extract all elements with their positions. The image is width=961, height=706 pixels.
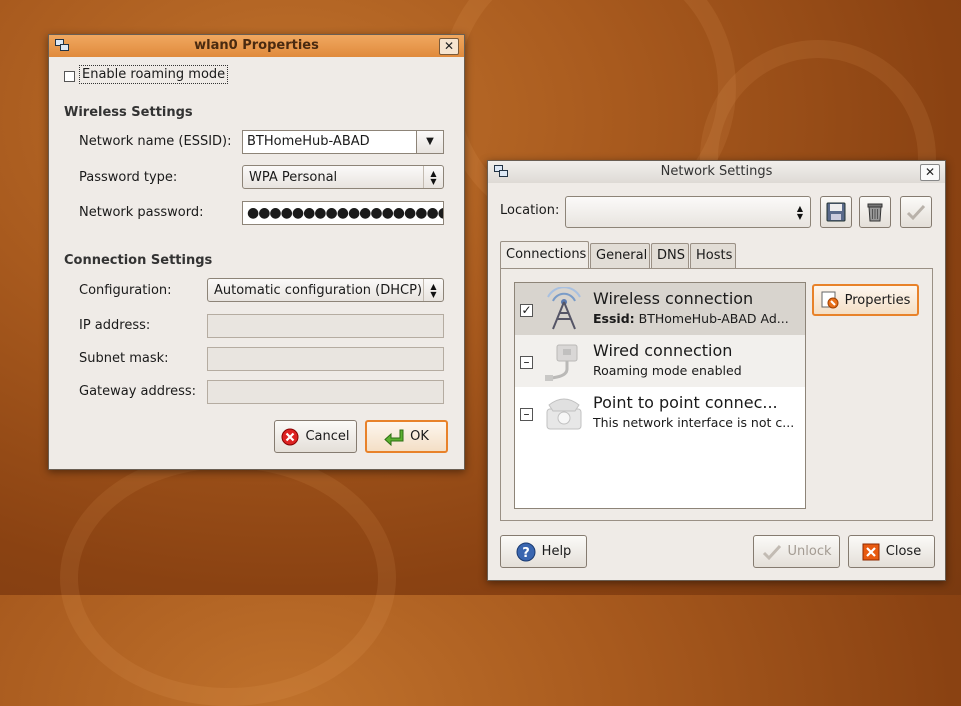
connection-enabled-checkbox[interactable]: – [520, 408, 533, 421]
wlan-properties-dialog: wlan0 Properties ✕ Enable roaming mode W… [48, 34, 465, 470]
cancel-icon [281, 428, 299, 445]
close-icon [862, 543, 880, 560]
help-icon: ? [516, 542, 536, 561]
essid-combo-entry[interactable]: BTHomeHub-ABAD ▼ [242, 130, 444, 154]
password-type-label: Password type: [79, 170, 178, 185]
tab-dns[interactable]: DNS [651, 243, 689, 269]
network-dialog-title: Network Settings [660, 164, 773, 179]
ip-address-input[interactable] [207, 314, 444, 338]
essid-value: BTHomeHub-ABAD [247, 134, 370, 149]
password-type-select[interactable]: WPA Personal ▲ ▼ [242, 165, 444, 189]
network-icon [494, 165, 508, 177]
ok-label: OK [410, 429, 429, 444]
ok-button[interactable]: OK [365, 420, 448, 453]
tab-hosts[interactable]: Hosts [690, 243, 736, 269]
connection-settings-heading: Connection Settings [64, 253, 213, 268]
close-label: Close [885, 544, 922, 559]
enable-roaming-checkbox[interactable] [64, 71, 75, 82]
cancel-label: Cancel [305, 429, 350, 444]
wlan-dialog-title: wlan0 Properties [194, 38, 319, 53]
essid-prefix: Essid: [593, 311, 635, 326]
configuration-value: Automatic configuration (DHCP) [214, 283, 423, 298]
network-settings-dialog: Network Settings ✕ Location: ▲ ▼ Connecti… [487, 160, 946, 581]
connection-title: Wired connection [593, 341, 733, 360]
network-password-value: ●●●●●●●●●●●●●●●●●●●● [247, 205, 443, 221]
subnet-mask-label: Subnet mask: [79, 351, 169, 366]
tab-general[interactable]: General [590, 243, 650, 269]
checkmark-icon [906, 204, 926, 221]
checkmark-icon [762, 544, 781, 560]
close-button[interactable]: Close [848, 535, 935, 568]
properties-button[interactable]: Properties [812, 284, 919, 316]
activate-location-button[interactable] [900, 196, 932, 228]
properties-wrench-icon [821, 291, 839, 309]
subnet-mask-input[interactable] [207, 347, 444, 371]
list-item[interactable]: – Point to point connec... This network … [515, 387, 805, 439]
enable-roaming-label[interactable]: Enable roaming mode [79, 65, 229, 84]
connection-enabled-checkbox[interactable]: ✓ [520, 304, 533, 317]
cancel-button[interactable]: Cancel [274, 420, 357, 453]
save-location-button[interactable] [820, 196, 852, 228]
gateway-address-input[interactable] [207, 380, 444, 404]
configuration-select[interactable]: Automatic configuration (DHCP) ▲ ▼ [207, 278, 444, 302]
gateway-address-label: Gateway address: [79, 384, 197, 399]
connection-title: Point to point connec... [593, 393, 778, 412]
close-icon[interactable]: ✕ [439, 38, 459, 55]
connection-enabled-checkbox[interactable]: – [520, 356, 533, 369]
wireless-tower-icon [547, 287, 581, 330]
enter-arrow-icon [384, 429, 404, 446]
password-type-value: WPA Personal [249, 170, 338, 185]
configuration-label: Configuration: [79, 283, 172, 298]
wireless-settings-heading: Wireless Settings [64, 105, 193, 120]
updown-arrows-icon: ▲ ▼ [796, 204, 804, 221]
svg-text:?: ? [522, 546, 530, 561]
properties-label: Properties [844, 292, 911, 308]
connection-subtitle-text: BTHomeHub-ABAD Ad... [638, 311, 789, 326]
connection-subtitle: Essid: BTHomeHub-ABAD Ad... [593, 311, 789, 326]
delete-location-button[interactable] [859, 196, 891, 228]
help-button[interactable]: ? Help [500, 535, 587, 568]
network-dialog-titlebar[interactable]: Network Settings ✕ [488, 161, 945, 183]
network-icon [55, 39, 69, 51]
essid-label: Network name (ESSID): [79, 134, 232, 149]
wired-network-icon [545, 344, 578, 381]
unlock-label: Unlock [787, 544, 832, 559]
unlock-button[interactable]: Unlock [753, 535, 840, 568]
updown-arrows-icon: ▲ ▼ [423, 279, 443, 301]
location-label: Location: [500, 203, 560, 218]
network-password-input[interactable]: ●●●●●●●●●●●●●●●●●●●● [242, 201, 444, 225]
close-icon[interactable]: ✕ [920, 164, 940, 181]
network-password-label: Network password: [79, 205, 204, 220]
trash-icon [867, 203, 883, 222]
help-label: Help [541, 544, 572, 559]
tab-connections[interactable]: Connections [500, 241, 589, 269]
list-item[interactable]: – Wired connection Roaming mode enabled [515, 335, 805, 387]
desktop-swirl [60, 450, 396, 706]
ip-address-label: IP address: [79, 318, 151, 333]
list-item[interactable]: ✓ Wireless connection Essid: BTHomeHub-A… [515, 283, 805, 335]
connection-title: Wireless connection [593, 289, 754, 308]
connection-subtitle: This network interface is not c... [593, 415, 795, 430]
connections-list[interactable]: ✓ Wireless connection Essid: BTHomeHub-A… [514, 282, 806, 509]
floppy-disk-icon [826, 202, 846, 222]
chevron-down-icon[interactable]: ▼ [416, 131, 443, 153]
location-select[interactable]: ▲ ▼ [565, 196, 811, 228]
connection-subtitle: Roaming mode enabled [593, 363, 742, 378]
wlan-dialog-titlebar[interactable]: wlan0 Properties ✕ [49, 35, 464, 57]
updown-arrows-icon: ▲ ▼ [423, 166, 443, 188]
tab-bar: Connections General DNS Hosts [500, 241, 934, 271]
telephone-modem-icon [546, 398, 582, 430]
connections-tab-panel: ✓ Wireless connection Essid: BTHomeHub-A… [500, 268, 933, 521]
